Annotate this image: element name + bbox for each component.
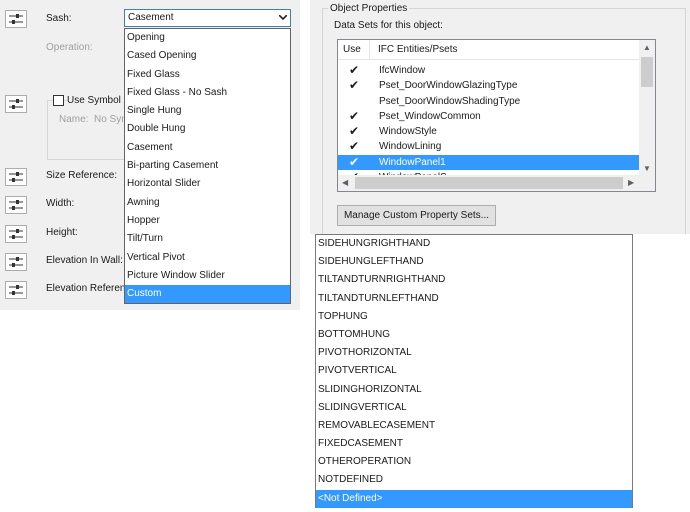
- use-checkmark-icon[interactable]: ✔: [349, 78, 361, 93]
- sash-option[interactable]: Casement: [125, 139, 290, 157]
- operation-option[interactable]: SIDEHUNGRIGHTHAND: [316, 235, 632, 253]
- size-reference-label: Size Reference:: [46, 170, 118, 181]
- sash-dropdown[interactable]: Casement: [124, 9, 291, 27]
- operation-option[interactable]: FIXEDCASEMENT: [316, 435, 632, 453]
- operation-option[interactable]: PIVOTHORIZONTAL: [316, 344, 632, 362]
- size-reference-slider-button[interactable]: [5, 168, 27, 186]
- operation-label: Operation:: [46, 42, 93, 53]
- use-checkmark-icon[interactable]: ✔: [349, 63, 361, 78]
- sash-dropdown-value: Casement: [128, 12, 174, 23]
- slider-settings-icon: [9, 172, 23, 182]
- operation-option[interactable]: BOTTOMHUNG: [316, 326, 632, 344]
- pset-name: IfcWindow: [379, 65, 426, 76]
- scroll-right-icon[interactable]: ▶: [628, 178, 634, 188]
- slider-settings-icon: [9, 257, 23, 267]
- name-label: Name:: [59, 114, 89, 125]
- scroll-left-icon[interactable]: ◀: [342, 178, 348, 188]
- elevation-in-wall-label: Elevation In Wall:: [46, 255, 123, 266]
- slider-settings-icon: [9, 99, 23, 109]
- vertical-scrollbar[interactable]: ▲ ▼: [639, 40, 655, 176]
- sash-option[interactable]: Horizontal Slider: [125, 175, 290, 193]
- slider-settings-icon: [9, 229, 23, 239]
- sash-option[interactable]: Fixed Glass: [125, 66, 290, 84]
- symbol-group-box: [47, 100, 132, 160]
- sash-label: Sash:: [46, 13, 72, 24]
- pset-row[interactable]: ✔ Pset_DoorWindowGlazingType: [338, 78, 641, 93]
- operation-option[interactable]: TOPHUNG: [316, 308, 632, 326]
- height-label: Height:: [46, 227, 78, 238]
- operation-option[interactable]: NOTDEFINED: [316, 471, 632, 489]
- sash-option[interactable]: Opening: [125, 29, 290, 47]
- operation-option[interactable]: <Not Defined>: [316, 489, 632, 508]
- sash-option[interactable]: Double Hung: [125, 120, 290, 138]
- use-symbol-checkbox[interactable]: [53, 95, 64, 106]
- horizontal-scroll-thumb[interactable]: [355, 177, 623, 189]
- pset-name: WindowLining: [379, 141, 442, 153]
- sash-dropdown-button[interactable]: [274, 10, 290, 26]
- use-checkmark-icon[interactable]: ✔: [349, 139, 361, 154]
- chevron-down-icon: [279, 15, 287, 21]
- sash-option[interactable]: Vertical Pivot: [125, 249, 290, 267]
- elevation-in-wall-slider-button[interactable]: [5, 253, 27, 271]
- datasets-label: Data Sets for this object:: [334, 20, 443, 31]
- object-properties-title: Object Properties: [328, 3, 410, 14]
- pset-table: Use IFC Entities/Psets ✔ IfcWindow ✔ Pset_D…: [337, 39, 656, 192]
- slider-settings-icon: [9, 200, 23, 210]
- pset-row[interactable]: Pset_DoorWindowShadingType: [338, 94, 641, 109]
- pset-row[interactable]: ✔ WindowPanel1: [338, 154, 641, 171]
- operation-option[interactable]: SLIDINGVERTICAL: [316, 399, 632, 417]
- operation-option[interactable]: SLIDINGHORIZONTAL: [316, 381, 632, 399]
- column-header-ifc[interactable]: IFC Entities/Psets: [378, 40, 457, 60]
- operation-options-list: SIDEHUNGRIGHTHAND SIDEHUNGLEFTHAND TILTAND…: [315, 234, 633, 508]
- scroll-down-icon[interactable]: ▼: [643, 164, 651, 174]
- elevation-reference-slider-button[interactable]: [5, 281, 27, 299]
- sash-option[interactable]: Bi-parting Casement: [125, 157, 290, 175]
- pset-row[interactable]: ✔ Pset_WindowCommon: [338, 109, 641, 124]
- scroll-up-icon[interactable]: ▲: [643, 43, 651, 53]
- slider-settings-icon: [9, 285, 23, 295]
- operation-option[interactable]: REMOVABLECASEMENT: [316, 417, 632, 435]
- pset-row[interactable]: ✔ WindowStyle: [338, 124, 641, 139]
- sash-option[interactable]: Single Hung: [125, 102, 290, 120]
- width-slider-button[interactable]: [5, 196, 27, 214]
- pset-name: WindowStyle: [379, 126, 437, 138]
- operation-option[interactable]: PIVOTVERTICAL: [316, 362, 632, 380]
- use-checkmark-icon[interactable]: ✔: [349, 155, 361, 170]
- operation-option[interactable]: SIDEHUNGLEFTHAND: [316, 253, 632, 271]
- pset-name: Pset_WindowCommon: [379, 110, 481, 122]
- operation-option[interactable]: TILTANDTURNRIGHTHAND: [316, 271, 632, 289]
- vertical-scroll-thumb[interactable]: [641, 57, 653, 87]
- pset-name: WindowPanel1: [379, 156, 446, 168]
- pset-row[interactable]: ✔ WindowLining: [338, 139, 641, 154]
- pset-table-header: Use IFC Entities/Psets: [338, 40, 641, 60]
- sash-option[interactable]: Picture Window Slider: [125, 267, 290, 285]
- elevation-reference-label: Elevation Referen: [46, 283, 126, 294]
- sash-option[interactable]: Hopper: [125, 212, 290, 230]
- operation-option[interactable]: OTHEROPERATION: [316, 453, 632, 471]
- sash-options-list: Opening Cased Opening Fixed Glass Fixed Gla…: [124, 28, 291, 304]
- horizontal-scrollbar[interactable]: ◀ ▶: [338, 175, 655, 191]
- manage-custom-property-sets-button[interactable]: Manage Custom Property Sets...: [337, 205, 496, 226]
- sash-option[interactable]: Tilt/Turn: [125, 230, 290, 248]
- sash-option[interactable]: Custom: [125, 285, 290, 304]
- width-label: Width:: [46, 198, 75, 209]
- symbol-slider-button[interactable]: [5, 95, 27, 113]
- slider-settings-icon: [9, 14, 23, 24]
- use-checkmark-icon[interactable]: ✔: [349, 124, 361, 139]
- sash-option[interactable]: Awning: [125, 194, 290, 212]
- operation-option[interactable]: TILTANDTURNLEFTHAND: [316, 290, 632, 308]
- pset-rows: ✔ IfcWindow ✔ Pset_DoorWindowGlazingType Pse…: [338, 63, 641, 185]
- column-header-use[interactable]: Use: [338, 40, 370, 60]
- sash-option[interactable]: Fixed Glass - No Sash: [125, 84, 290, 102]
- sash-slider-button[interactable]: [5, 10, 27, 28]
- pset-row[interactable]: ✔ IfcWindow: [338, 63, 641, 78]
- pset-name: Pset_DoorWindowGlazingType: [379, 80, 518, 92]
- use-checkmark-icon[interactable]: ✔: [349, 109, 361, 124]
- pset-name: Pset_DoorWindowShadingType: [379, 95, 521, 107]
- sash-option[interactable]: Cased Opening: [125, 47, 290, 65]
- name-value: No Syn: [94, 114, 127, 125]
- height-slider-button[interactable]: [5, 225, 27, 243]
